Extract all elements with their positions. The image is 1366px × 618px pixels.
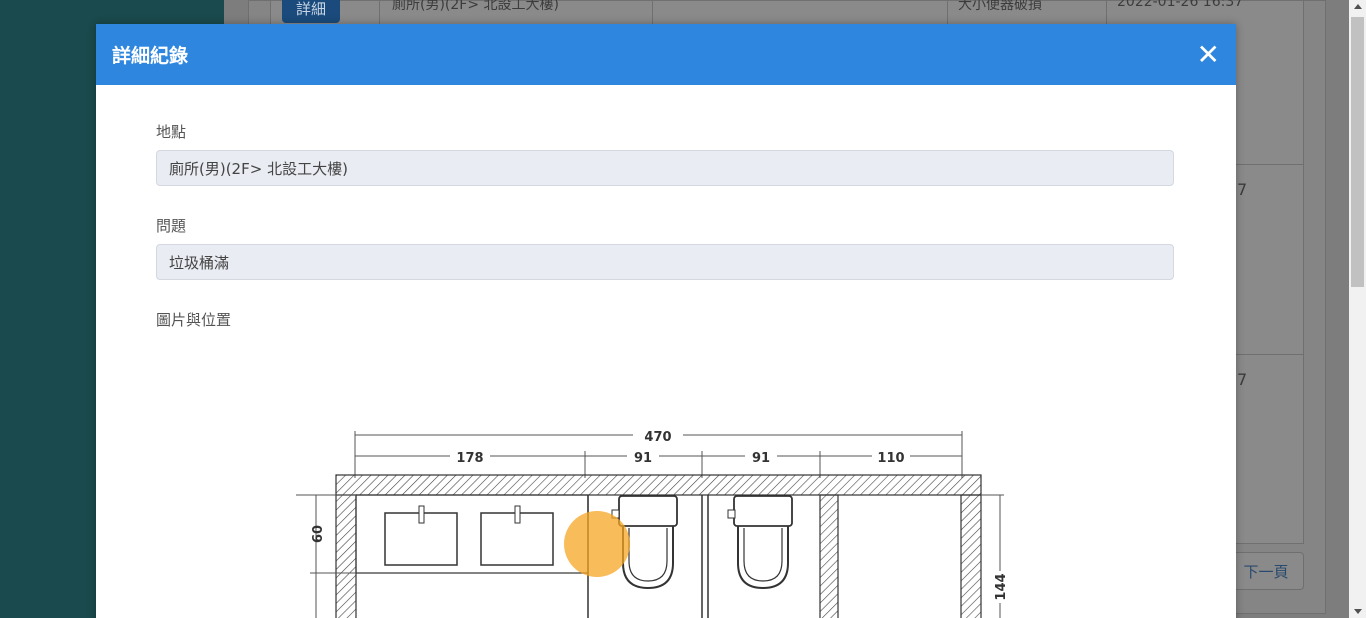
dim-1: 178 xyxy=(456,451,483,466)
partition-wall xyxy=(819,494,839,618)
dim-right: 144 xyxy=(994,573,1009,600)
row-time: 2022-01-26 16:37 xyxy=(1117,0,1244,10)
scrollbar-thumb[interactable] xyxy=(1351,17,1364,287)
modal-header: 詳細紀錄 ✕ xyxy=(96,24,1236,85)
page-scrollbar[interactable] xyxy=(1349,0,1366,618)
row-time-fragment: 7 xyxy=(1237,180,1248,199)
row-time-fragment: 7 xyxy=(1237,370,1248,389)
table-col-divider xyxy=(379,1,380,25)
issue-field[interactable]: 垃圾桶滿 xyxy=(156,244,1174,280)
row-location: 廁所(男)(2F> 北設工大樓) xyxy=(392,0,559,13)
location-label: 地點 xyxy=(156,123,187,141)
table-col-divider xyxy=(1106,1,1107,25)
dim-2: 91 xyxy=(634,451,652,466)
location-field[interactable]: 廁所(男)(2F> 北設工大樓) xyxy=(156,150,1174,186)
left-wall xyxy=(335,494,357,618)
scroll-down-icon[interactable] xyxy=(1354,609,1362,614)
row-issue: 大小便器破損 xyxy=(958,0,1042,13)
toilet xyxy=(727,495,793,590)
table-col-divider xyxy=(947,1,948,25)
dim-left: 60 xyxy=(311,525,326,543)
right-wall xyxy=(960,494,982,618)
close-icon[interactable]: ✕ xyxy=(1197,40,1220,69)
dim-4: 110 xyxy=(877,451,904,466)
dim-total: 470 xyxy=(644,430,671,445)
image-label: 圖片與位置 xyxy=(156,311,232,329)
location-marker[interactable] xyxy=(564,511,630,577)
modal-title: 詳細紀錄 xyxy=(112,45,189,67)
next-page-button[interactable]: 下一頁 xyxy=(1228,552,1304,590)
scroll-up-icon[interactable] xyxy=(1354,4,1362,9)
table-col-divider xyxy=(652,1,653,25)
top-wall xyxy=(335,474,982,496)
dim-3: 91 xyxy=(752,451,770,466)
detail-button[interactable]: 詳細 xyxy=(282,0,340,23)
floor-plan-image[interactable]: 470 178 91 91 110 60 144 xyxy=(290,403,1010,618)
issue-label: 問題 xyxy=(156,217,187,235)
